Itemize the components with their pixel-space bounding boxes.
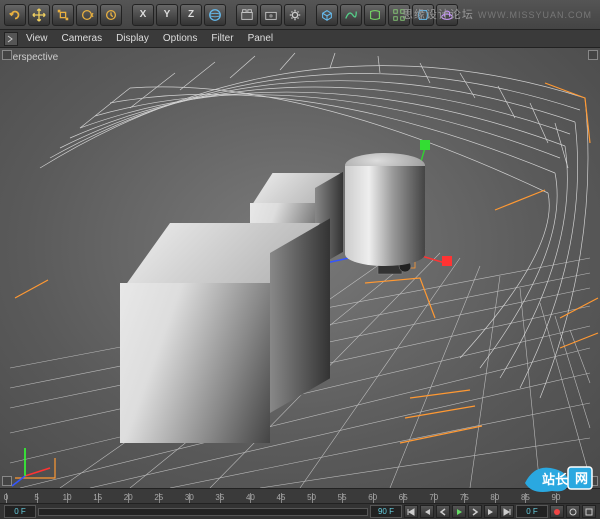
cube-primitive-large — [120, 223, 320, 443]
coord-system[interactable] — [204, 4, 226, 26]
tick-label: 5 — [34, 493, 38, 502]
next-key-button[interactable] — [484, 505, 498, 518]
svg-text:站长: 站长 — [542, 472, 569, 487]
tick-label: 35 — [215, 493, 224, 502]
timeline-controls: 0 F 90 F 0 F — [0, 504, 600, 519]
tick-label: 15 — [93, 493, 102, 502]
tick-label: 50 — [307, 493, 316, 502]
end-frame-input[interactable]: 90 F — [370, 505, 402, 518]
tick-label: 45 — [277, 493, 286, 502]
tick-label: 55 — [338, 493, 347, 502]
add-nurbs[interactable] — [364, 4, 386, 26]
goto-end-button[interactable] — [500, 505, 514, 518]
tick-label: 0 — [4, 493, 8, 502]
tick-label: 60 — [368, 493, 377, 502]
prev-frame-button[interactable] — [436, 505, 450, 518]
watermark: 思缘设计论坛 WWW.MISSYUAN.COM — [402, 6, 592, 22]
tick-label: 70 — [429, 493, 438, 502]
viewport-handle-tr[interactable] — [588, 50, 598, 60]
next-frame-button[interactable] — [468, 505, 482, 518]
viewport-menubar: View Cameras Display Options Filter Pane… — [0, 30, 600, 48]
add-spline[interactable] — [340, 4, 362, 26]
tick-label: 25 — [154, 493, 163, 502]
tick-label: 20 — [124, 493, 133, 502]
tick-label: 65 — [399, 493, 408, 502]
tick-label: 40 — [246, 493, 255, 502]
goto-start-button[interactable] — [404, 505, 418, 518]
move-tool[interactable] — [28, 4, 50, 26]
play-button[interactable] — [452, 505, 466, 518]
viewport-handle-tl[interactable] — [2, 50, 12, 60]
prev-key-button[interactable] — [420, 505, 434, 518]
timeline-ruler[interactable]: 051015202530354045505560657075808590 — [0, 489, 600, 504]
tick-label: 10 — [63, 493, 72, 502]
timeline-slider[interactable] — [38, 508, 368, 516]
viewport-handle-bl[interactable] — [2, 476, 12, 486]
menu-cameras[interactable]: Cameras — [56, 31, 109, 46]
menu-collapse-icon[interactable] — [4, 32, 18, 46]
undo-tool[interactable] — [4, 4, 26, 26]
timeline: 051015202530354045505560657075808590 0 F… — [0, 488, 600, 518]
x-axis-lock[interactable]: X — [132, 4, 154, 26]
perspective-viewport[interactable]: Perspective — [0, 48, 600, 488]
scale-tool[interactable] — [52, 4, 74, 26]
svg-text:网: 网 — [575, 471, 588, 486]
scene-3d — [0, 48, 600, 488]
autokey-button[interactable] — [566, 505, 580, 518]
start-frame-input[interactable]: 0 F — [4, 505, 36, 518]
keyframe-options[interactable] — [582, 505, 596, 518]
recent-tool[interactable] — [100, 4, 122, 26]
viewport-label: Perspective — [6, 52, 58, 63]
tick-label: 30 — [185, 493, 194, 502]
add-primitive[interactable] — [316, 4, 338, 26]
render-region[interactable] — [260, 4, 282, 26]
tick-label: 80 — [490, 493, 499, 502]
menu-options[interactable]: Options — [157, 31, 203, 46]
menu-filter[interactable]: Filter — [205, 31, 239, 46]
menu-view[interactable]: View — [20, 31, 54, 46]
rotate-tool[interactable] — [76, 4, 98, 26]
cylinder-primitive — [345, 153, 425, 273]
main-toolbar: X Y Z 思缘设计论坛 WWW.MISSYUAN.COM — [0, 0, 600, 30]
menu-display[interactable]: Display — [110, 31, 155, 46]
y-axis-lock[interactable]: Y — [156, 4, 178, 26]
current-frame-input[interactable]: 0 F — [516, 505, 548, 518]
z-axis-lock[interactable]: Z — [180, 4, 202, 26]
render-settings[interactable] — [284, 4, 306, 26]
menu-panel[interactable]: Panel — [242, 31, 280, 46]
tick-label: 75 — [460, 493, 469, 502]
record-button[interactable] — [550, 505, 564, 518]
site-logo: 站长 网 — [520, 455, 598, 498]
render-view[interactable] — [236, 4, 258, 26]
